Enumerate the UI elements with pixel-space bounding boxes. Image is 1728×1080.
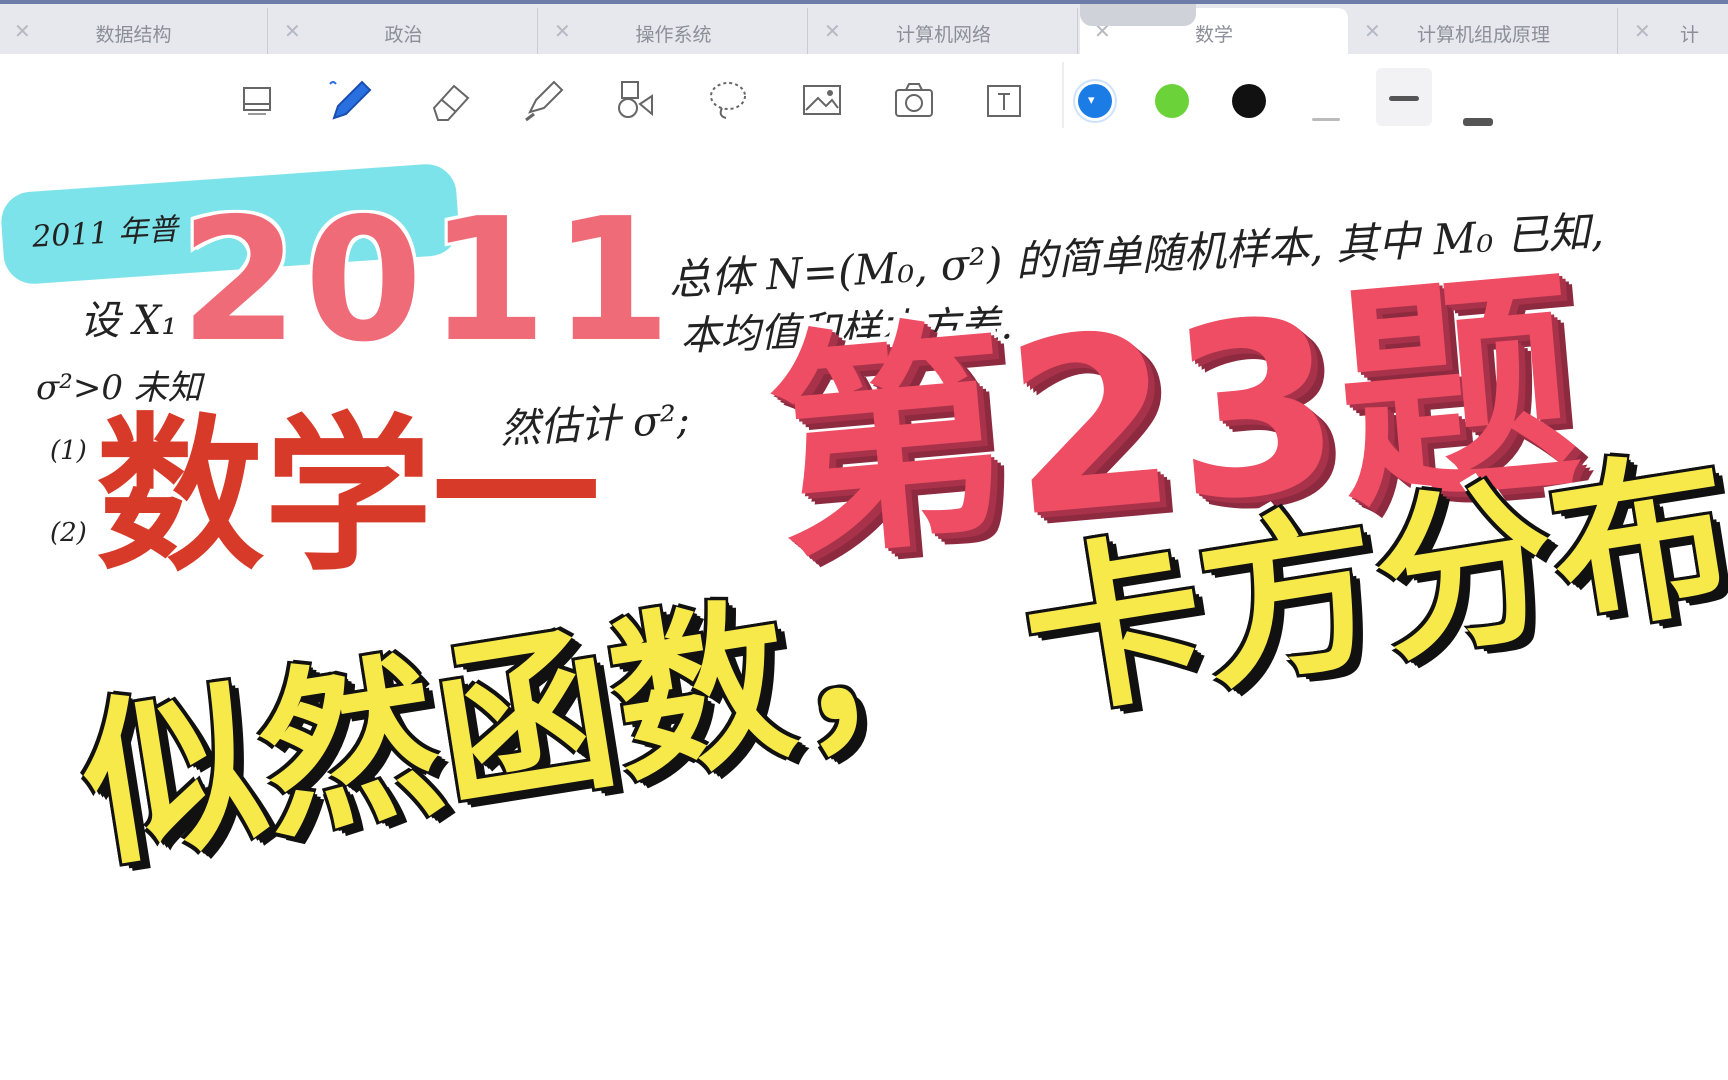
handwritten-item-2: (2) [50, 518, 87, 548]
tab-bar: ✕ 数据结构 ✕ 政治 ✕ 操作系统 ✕ 计算机网络 ✕ 数学 ✕ 计算机组成原… [0, 0, 1728, 54]
tab-overflow[interactable]: ✕ 计 [1620, 8, 1728, 54]
tab-operating-systems[interactable]: ✕ 操作系统 [540, 8, 808, 54]
camera-icon[interactable] [888, 74, 940, 126]
text-box-icon[interactable] [978, 74, 1030, 126]
chevron-down-icon: ▾ [1088, 93, 1095, 108]
close-icon[interactable]: ✕ [1634, 19, 1651, 43]
subject-title: 数学一 [96, 398, 600, 594]
pen-icon[interactable] [324, 74, 376, 126]
tab-data-structures[interactable]: ✕ 数据结构 [0, 8, 268, 54]
tab-label: 操作系统 [635, 24, 712, 46]
toolbar-divider [1062, 62, 1064, 128]
drawing-toolbar: ▾ [0, 54, 1728, 140]
handwritten-item-1: (1) [50, 436, 87, 466]
color-green-swatch[interactable] [1155, 84, 1189, 118]
page-layout-icon[interactable] [232, 74, 284, 126]
tab-politics[interactable]: ✕ 政治 [270, 8, 538, 54]
thickness-medium-button[interactable] [1376, 68, 1432, 126]
color-black-swatch[interactable] [1232, 84, 1266, 118]
tab-label: 计算机网络 [895, 24, 991, 46]
year-title: 2011 [177, 182, 678, 380]
tab-label: 计 [1680, 24, 1700, 46]
shapes-icon[interactable] [608, 74, 660, 126]
lasso-icon[interactable] [702, 74, 754, 126]
handwritten-year-note: 2011 年普 [31, 212, 179, 255]
tab-label: 数据结构 [95, 24, 172, 46]
tab-computer-organization[interactable]: ✕ 计算机组成原理 [1350, 8, 1618, 54]
highlighter-icon[interactable] [516, 74, 568, 126]
tab-computer-networks[interactable]: ✕ 计算机网络 [810, 8, 1078, 54]
image-icon[interactable] [796, 74, 848, 126]
thickness-thick-button[interactable] [1452, 74, 1504, 126]
eraser-icon[interactable] [424, 74, 476, 126]
handwritten-line-2-left: 设 X₁ [80, 298, 178, 344]
active-tab-grip [1080, 4, 1196, 26]
tab-label: 计算机组成原理 [1416, 24, 1550, 46]
tab-label: 政治 [384, 24, 423, 46]
thickness-thin-button[interactable] [1300, 74, 1352, 126]
color-blue-swatch[interactable]: ▾ [1078, 84, 1112, 118]
